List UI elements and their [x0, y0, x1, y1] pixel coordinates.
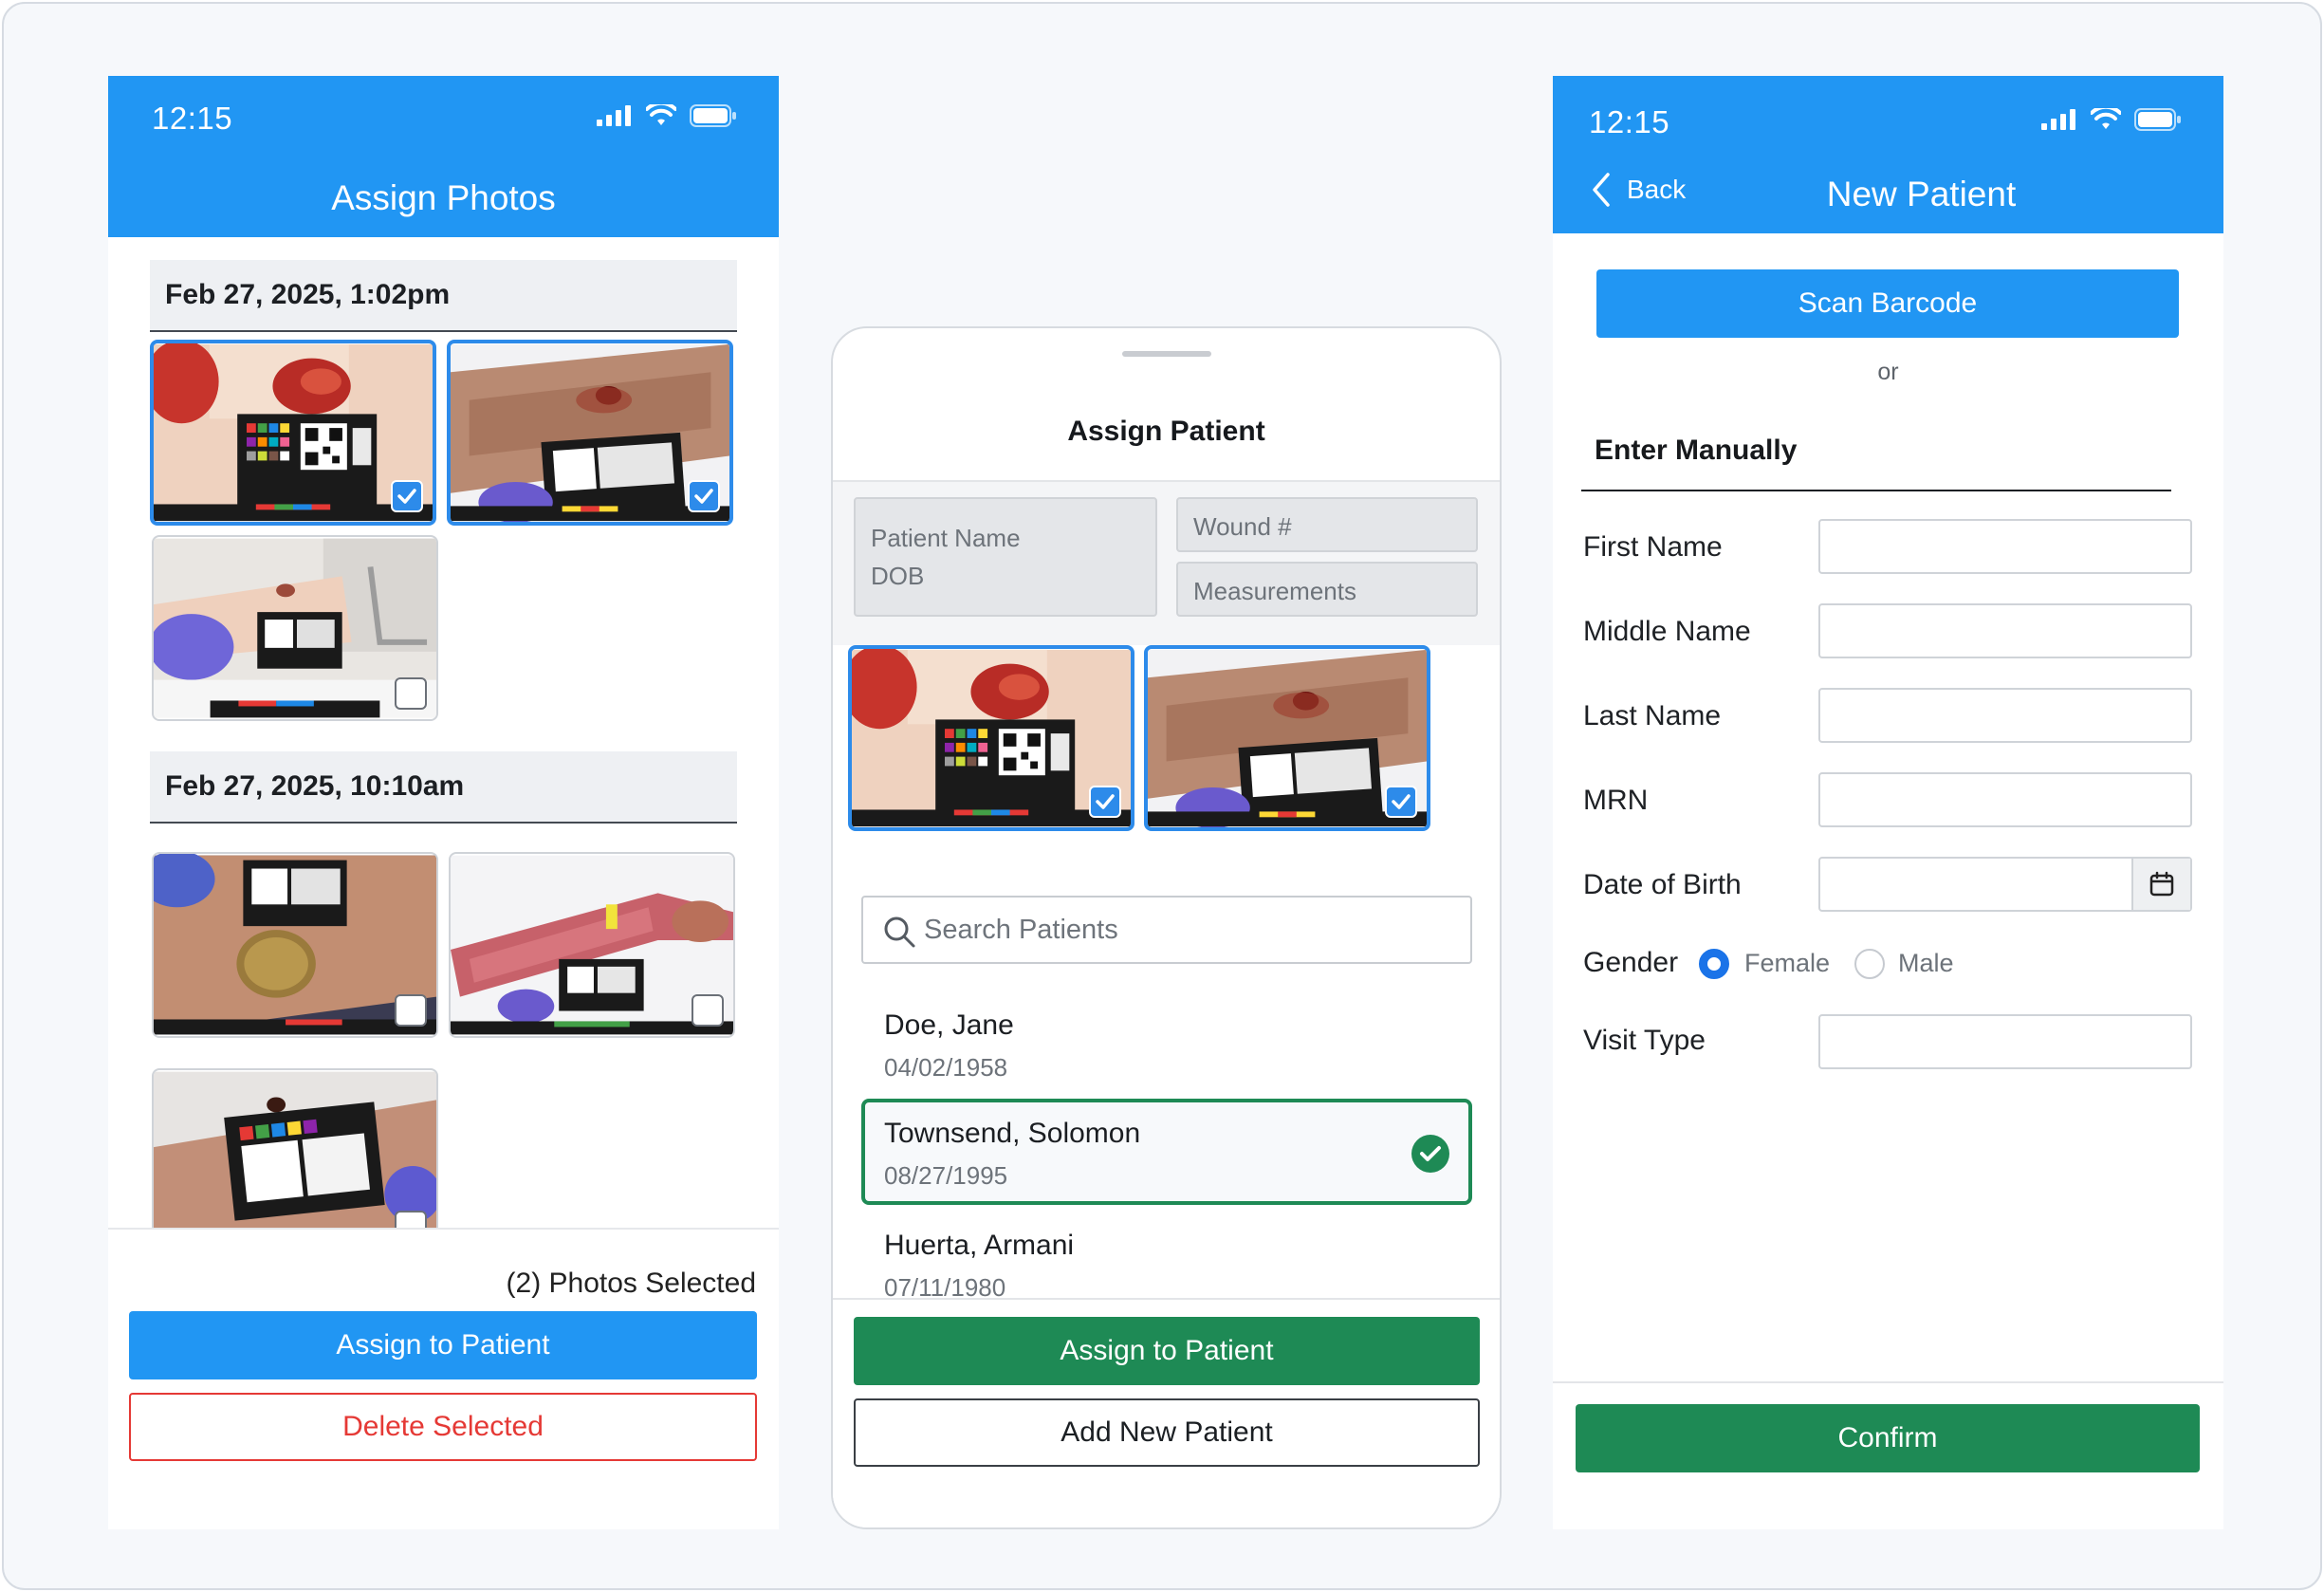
checkmark-icon — [397, 489, 416, 504]
photo-thumbnail[interactable] — [449, 852, 735, 1038]
footer-divider — [1553, 1381, 2223, 1383]
sheet-title: Assign Patient — [1067, 416, 1265, 447]
measurements-field: Measurements — [1176, 562, 1478, 617]
middle-name-input[interactable] — [1818, 603, 2192, 658]
patient-name-placeholder: Patient Name — [871, 524, 1021, 552]
photo-checkbox-checked[interactable] — [688, 480, 720, 512]
assign-photos-screen: 12:15 Assign Photos Feb 27, 2025, 1:02pm — [108, 76, 779, 1529]
calendar-icon — [2149, 871, 2174, 897]
assign-photos-header: 12:15 Assign Photos — [108, 76, 779, 237]
status-time: 12:15 — [152, 101, 233, 136]
section-heading: Enter Manually — [1581, 435, 2171, 491]
confirm-button[interactable]: Confirm — [1576, 1404, 2200, 1472]
search-placeholder: Search Patients — [924, 915, 1118, 945]
wifi-icon — [2091, 108, 2121, 129]
first-name-label: First Name — [1583, 531, 1723, 563]
sheet-grabber[interactable] — [1122, 351, 1211, 357]
calendar-picker-button[interactable] — [2131, 859, 2190, 910]
photo-thumbnail[interactable] — [152, 535, 438, 721]
photo-thumbnail[interactable] — [447, 340, 733, 526]
patient-dob: 08/27/1995 — [884, 1161, 1008, 1190]
system-icons — [2041, 108, 2182, 131]
or-divider-text: or — [1877, 359, 1899, 385]
selected-count: (2) Photos Selected — [506, 1268, 756, 1299]
last-name-input[interactable] — [1818, 688, 2192, 743]
battery-icon — [2134, 108, 2181, 131]
assign-patient-sheet: Assign Patient Patient Name DOB Wound # … — [831, 326, 1502, 1529]
selected-photo-thumbnail[interactable] — [848, 645, 1134, 831]
patient-name: Doe, Jane — [884, 1009, 1014, 1041]
new-patient-screen: 12:15 Back New Patient Scan Barcode or E… — [1553, 76, 2223, 1529]
mrn-label: MRN — [1583, 785, 1649, 816]
add-new-patient-button[interactable]: Add New Patient — [854, 1398, 1480, 1467]
selected-photo-thumbnail[interactable] — [1144, 645, 1430, 831]
photo-checkbox-checked[interactable] — [391, 480, 423, 512]
wound-placeholder: Wound # — [1193, 512, 1292, 541]
gender-female-label: Female — [1744, 949, 1831, 977]
status-bar: 12:15 — [1553, 76, 2223, 161]
selected-check-icon — [1411, 1135, 1449, 1173]
first-name-input[interactable] — [1818, 519, 2192, 574]
photo-thumbnail[interactable] — [152, 852, 438, 1038]
wifi-icon — [646, 104, 676, 125]
chevron-left-icon — [1593, 173, 1610, 207]
patient-name: Huerta, Armani — [884, 1230, 1075, 1261]
delete-selected-button[interactable]: Delete Selected — [129, 1393, 757, 1461]
photo-thumbnail[interactable] — [150, 340, 436, 526]
patient-info-band: Patient Name DOB Wound # Measurements — [833, 482, 1500, 645]
patient-name-dob-field: Patient Name DOB — [854, 497, 1157, 617]
cellular-signal-icon — [2041, 109, 2075, 130]
date-of-birth-label: Date of Birth — [1583, 869, 1742, 900]
new-patient-header: 12:15 Back New Patient — [1553, 76, 2223, 233]
photo-checkbox-unchecked[interactable] — [395, 677, 427, 710]
checkmark-icon — [1392, 794, 1411, 809]
search-icon — [884, 916, 915, 948]
assign-to-patient-button[interactable]: Assign to Patient — [854, 1317, 1480, 1385]
checkmark-icon — [694, 489, 713, 504]
gender-male-radio[interactable] — [1854, 949, 1885, 979]
status-time: 12:15 — [1589, 104, 1670, 139]
last-name-label: Last Name — [1583, 700, 1722, 731]
page-title: New Patient — [1826, 175, 2017, 213]
page-title: Assign Photos — [331, 178, 556, 217]
photo-checkbox-checked[interactable] — [1089, 786, 1121, 818]
search-patients-input[interactable]: Search Patients — [861, 896, 1472, 964]
patient-list-item[interactable]: Huerta, Armani 07/11/1980 — [861, 1214, 1472, 1298]
photo-checkbox-unchecked[interactable] — [692, 994, 724, 1027]
assign-to-patient-button[interactable]: Assign to Patient — [129, 1311, 757, 1379]
scan-barcode-button[interactable]: Scan Barcode — [1596, 269, 2179, 338]
patient-list-item-selected[interactable]: Townsend, Solomon 08/27/1995 — [861, 1099, 1472, 1205]
middle-name-label: Middle Name — [1583, 616, 1751, 647]
visit-type-label: Visit Type — [1583, 1025, 1706, 1056]
photo-thumbnail[interactable] — [152, 1068, 438, 1254]
photo-checkbox-unchecked[interactable] — [395, 994, 427, 1027]
gender-female-radio[interactable] — [1699, 949, 1729, 979]
showcase-background: 12:15 Assign Photos Feb 27, 2025, 1:02pm — [2, 2, 2322, 1590]
patient-dob: 07/11/1980 — [884, 1273, 1006, 1298]
measurements-placeholder: Measurements — [1193, 577, 1356, 605]
photo-group-header: Feb 27, 2025, 1:02pm — [150, 260, 737, 332]
date-of-birth-input[interactable] — [1818, 857, 2192, 912]
gender-male-label: Male — [1898, 949, 1954, 977]
enter-manually-title: Enter Manually — [1595, 435, 1798, 466]
checkmark-icon — [1096, 794, 1115, 809]
patient-name: Townsend, Solomon — [884, 1118, 1141, 1149]
patient-list-item[interactable]: Doe, Jane 04/02/1958 — [861, 994, 1472, 1101]
selection-footer: (2) Photos Selected Assign to Patient De… — [108, 1230, 779, 1529]
gender-label: Gender — [1583, 947, 1679, 978]
system-icons — [597, 104, 737, 127]
dob-placeholder: DOB — [871, 562, 925, 590]
battery-icon — [690, 104, 736, 127]
photo-checkbox-checked[interactable] — [1385, 786, 1417, 818]
sheet-footer: Assign to Patient Add New Patient — [833, 1300, 1500, 1527]
status-bar: 12:15 — [108, 76, 779, 161]
patient-dob: 04/02/1958 — [884, 1053, 1008, 1082]
visit-type-input[interactable] — [1818, 1014, 2192, 1069]
cellular-signal-icon — [597, 105, 631, 126]
photo-group-header: Feb 27, 2025, 10:10am — [150, 751, 737, 824]
wound-number-field: Wound # — [1176, 497, 1478, 552]
mrn-input[interactable] — [1818, 772, 2192, 827]
